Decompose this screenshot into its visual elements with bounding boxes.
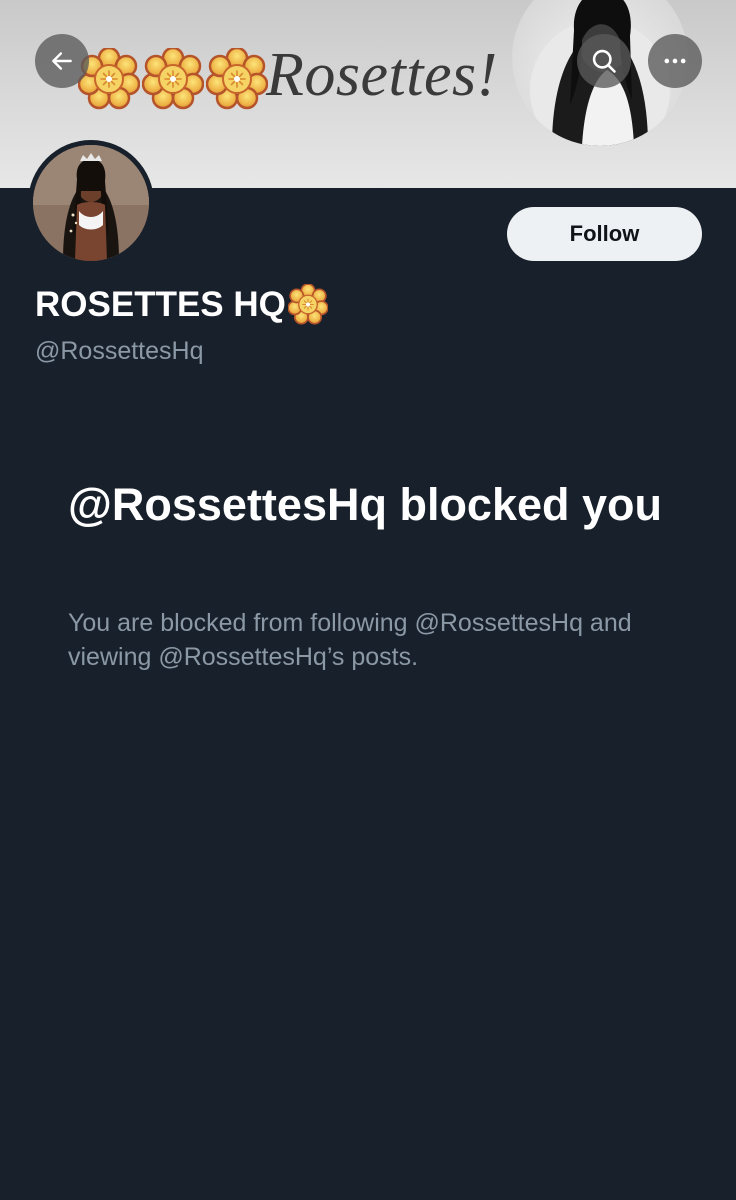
blocked-description: You are blocked from following @Rossette… — [68, 609, 632, 671]
back-button[interactable] — [35, 34, 89, 88]
banner-rosettes — [78, 48, 268, 110]
arrow-left-icon — [52, 52, 72, 70]
search-button[interactable] — [577, 34, 631, 88]
banner-title: Rosettes! — [266, 41, 498, 109]
more-horizontal-icon — [664, 58, 686, 64]
profile-display-name: ROSETTES HQ — [35, 284, 328, 325]
follow-button[interactable]: Follow — [507, 207, 702, 261]
rosette-icon — [142, 48, 204, 110]
profile-page: Rosettes! Follow ROSETTES HQ @RossettesH… — [0, 0, 736, 1200]
avatar-photo — [33, 145, 149, 261]
profile-avatar[interactable] — [28, 140, 154, 266]
profile-handle: @RossettesHq — [35, 337, 204, 365]
search-icon — [592, 49, 616, 73]
blocked-title: @RossettesHq blocked you — [68, 479, 663, 530]
name-rosette-icon — [287, 284, 328, 325]
more-options-button[interactable] — [648, 34, 702, 88]
display-name-text: ROSETTES HQ — [35, 284, 286, 324]
rosette-icon — [206, 48, 268, 110]
